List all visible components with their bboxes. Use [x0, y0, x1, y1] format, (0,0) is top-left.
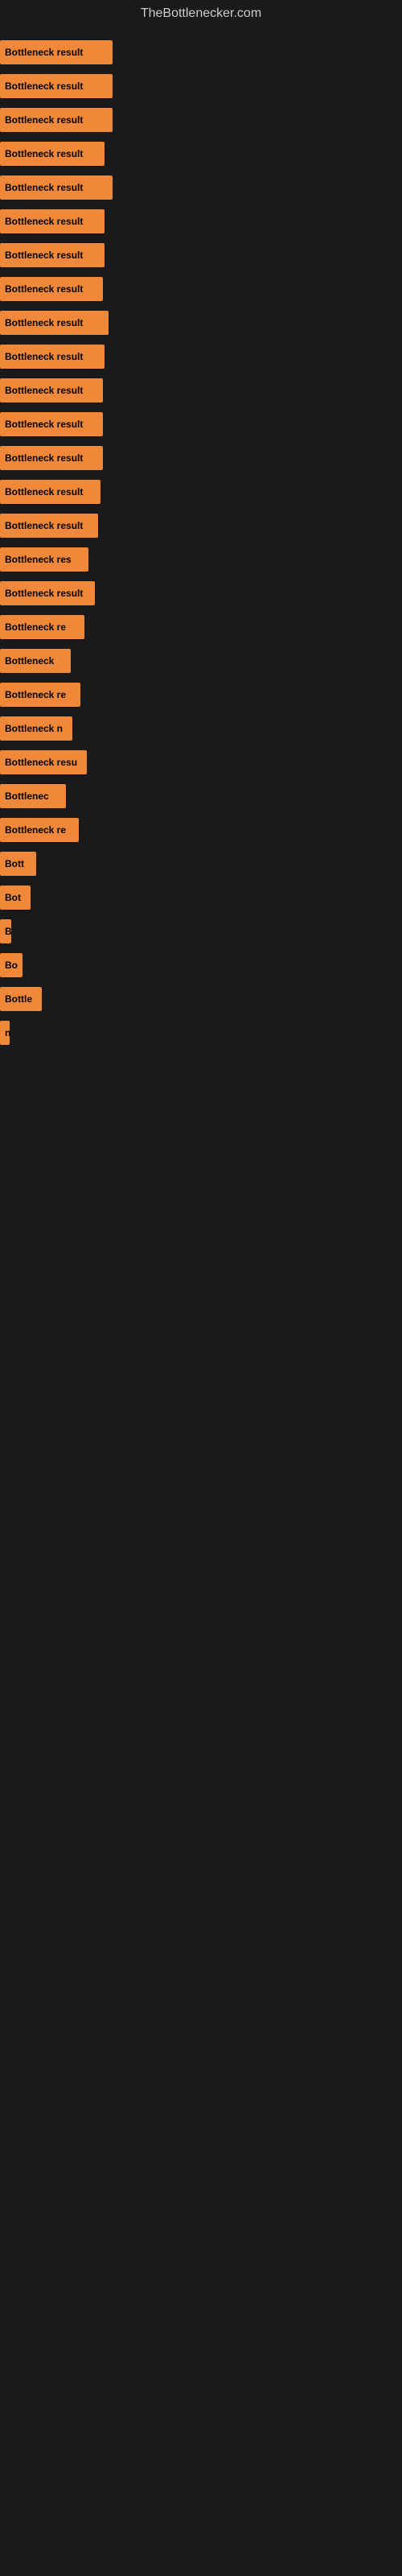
bar-row: Bottleneck res: [0, 543, 402, 576]
bar-row: Bottleneck result: [0, 272, 402, 306]
bar-row: Bottleneck result: [0, 238, 402, 272]
bottleneck-bar[interactable]: Bottleneck result: [0, 345, 105, 369]
bottleneck-bar[interactable]: Bottleneck result: [0, 378, 103, 402]
bar-row: B: [0, 914, 402, 948]
bar-row: Bottleneck re: [0, 678, 402, 712]
bottleneck-bar[interactable]: Bottleneck result: [0, 142, 105, 166]
bottleneck-bar[interactable]: Bottleneck result: [0, 277, 103, 301]
bottleneck-bar[interactable]: Bottleneck result: [0, 514, 98, 538]
bar-row: Bot: [0, 881, 402, 914]
bottleneck-bar[interactable]: Bot: [0, 886, 31, 910]
bottleneck-bar[interactable]: Bottleneck result: [0, 446, 103, 470]
bottleneck-bar[interactable]: Bottleneck result: [0, 311, 109, 335]
bar-row: Bottleneck result: [0, 340, 402, 374]
bar-row: Bottleneck result: [0, 306, 402, 340]
bar-row: Bottleneck re: [0, 813, 402, 847]
bottleneck-bar[interactable]: Bo: [0, 953, 23, 977]
bar-row: Bottleneck: [0, 644, 402, 678]
bottleneck-bar[interactable]: B: [0, 919, 11, 943]
bottleneck-bar[interactable]: Bottleneck result: [0, 243, 105, 267]
bottleneck-bar[interactable]: Bottleneck result: [0, 175, 113, 200]
bar-row: Bottleneck result: [0, 103, 402, 137]
bar-row: n: [0, 1016, 402, 1050]
bar-row: Bottleneck result: [0, 171, 402, 204]
bottleneck-bar[interactable]: Bottleneck re: [0, 683, 80, 707]
bar-row: Bottleneck result: [0, 35, 402, 69]
bottleneck-bar[interactable]: Bott: [0, 852, 36, 876]
bottleneck-bar[interactable]: Bottleneck result: [0, 480, 100, 504]
bottleneck-bar[interactable]: Bottleneck: [0, 649, 71, 673]
bar-row: Bottleneck result: [0, 509, 402, 543]
bottleneck-bar[interactable]: Bottleneck result: [0, 40, 113, 64]
bar-row: Bo: [0, 948, 402, 982]
bar-row: Bottleneck result: [0, 407, 402, 441]
bar-row: Bottleneck result: [0, 441, 402, 475]
bottleneck-bar[interactable]: Bottleneck result: [0, 209, 105, 233]
bar-row: Bottleneck n: [0, 712, 402, 745]
bottleneck-bar[interactable]: Bottlenec: [0, 784, 66, 808]
bar-row: Bottleneck result: [0, 475, 402, 509]
bar-row: Bottleneck result: [0, 69, 402, 103]
bottleneck-bar[interactable]: Bottleneck result: [0, 74, 113, 98]
bar-row: Bottleneck result: [0, 204, 402, 238]
bottleneck-bar[interactable]: Bottleneck result: [0, 581, 95, 605]
bar-row: Bottle: [0, 982, 402, 1016]
bottleneck-bar[interactable]: Bottle: [0, 987, 42, 1011]
site-title: TheBottlenecker.com: [0, 0, 402, 27]
bar-row: Bottleneck re: [0, 610, 402, 644]
bottleneck-bar[interactable]: n: [0, 1021, 10, 1045]
bar-row: Bott: [0, 847, 402, 881]
bar-row: Bottleneck resu: [0, 745, 402, 779]
bottleneck-bar[interactable]: Bottleneck result: [0, 108, 113, 132]
bars-container: Bottleneck result Bottleneck result Bottle…: [0, 27, 402, 1058]
bottleneck-bar[interactable]: Bottleneck result: [0, 412, 103, 436]
bar-row: Bottlenec: [0, 779, 402, 813]
bottleneck-bar[interactable]: Bottleneck re: [0, 615, 84, 639]
bottleneck-bar[interactable]: Bottleneck res: [0, 547, 88, 572]
bar-row: Bottleneck result: [0, 374, 402, 407]
bar-row: Bottleneck result: [0, 576, 402, 610]
bottleneck-bar[interactable]: Bottleneck resu: [0, 750, 87, 774]
bottleneck-bar[interactable]: Bottleneck n: [0, 716, 72, 741]
bar-row: Bottleneck result: [0, 137, 402, 171]
bottleneck-bar[interactable]: Bottleneck re: [0, 818, 79, 842]
